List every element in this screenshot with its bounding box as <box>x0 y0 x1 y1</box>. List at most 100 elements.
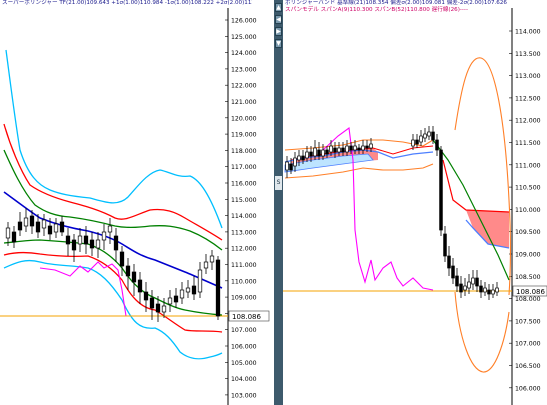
right-axis-label: 106.500 <box>515 363 541 370</box>
right-axis-label: 107.500 <box>515 318 541 325</box>
right-axis-label: 113.500 <box>515 51 541 58</box>
left-candle <box>5 227 11 239</box>
divider-up-button[interactable]: ▲ <box>275 3 282 12</box>
left-axis-label: 121.000 <box>231 99 257 106</box>
left-axis-label: 109.000 <box>231 295 257 302</box>
right-candle <box>411 139 415 147</box>
right-candle <box>333 147 337 153</box>
right-axis-label: 112.500 <box>515 95 541 102</box>
left-axis-label: 118.000 <box>231 148 257 155</box>
right-candle <box>353 145 357 151</box>
left-axis-label: 120.000 <box>231 115 257 122</box>
left-candle <box>161 305 167 313</box>
bb-envelope-right-lower <box>454 291 510 373</box>
right-axis-label: 108.000 <box>515 296 541 303</box>
right-candle <box>459 283 463 293</box>
left-candle <box>197 269 203 293</box>
left-axis-label: 103.000 <box>231 392 257 399</box>
right-candle <box>357 147 361 151</box>
right-candle <box>361 145 365 151</box>
right-candle <box>309 151 313 157</box>
right-chart-pane[interactable]: ボリンジャーバンド 基準線(21)108.354 偏差σ(2.00)109.08… <box>283 0 547 405</box>
left-candle <box>143 291 149 301</box>
left-candle <box>29 215 35 227</box>
right-axis-label: 111.500 <box>515 140 541 147</box>
right-candle <box>321 149 325 157</box>
right-candle <box>455 275 459 287</box>
right-candle <box>439 149 443 231</box>
left-candle <box>209 255 215 263</box>
right-candle <box>325 149 329 155</box>
right-axis-label: 112.000 <box>515 118 541 125</box>
right-axis-label: 109.000 <box>515 252 541 259</box>
left-candle <box>185 287 191 293</box>
left-candle <box>113 235 119 251</box>
right-candle <box>495 287 499 293</box>
right-candle <box>369 143 373 149</box>
right-axis-label: 114.000 <box>515 29 541 36</box>
left-candle <box>77 235 83 245</box>
left-axis-label: 124.000 <box>231 50 257 57</box>
bb-upper-3sigma <box>5 49 223 229</box>
right-candle <box>487 289 491 295</box>
bb-upper-1sigma <box>3 149 223 251</box>
right-candle <box>435 139 439 151</box>
divider-left-button[interactable]: ◀ <box>275 15 282 24</box>
right-candle <box>443 233 447 257</box>
left-candle <box>41 219 47 229</box>
left-axis-label: 105.000 <box>231 360 257 367</box>
right-candle <box>329 145 333 153</box>
left-candle <box>125 265 131 277</box>
right-axis-label: 111.000 <box>515 162 541 169</box>
left-candle <box>137 279 143 293</box>
left-axis-label: 115.000 <box>231 197 257 204</box>
right-axis-label: 106.000 <box>515 385 541 392</box>
divider-right-button[interactable]: ▶ <box>275 27 282 36</box>
right-candle <box>289 163 293 171</box>
left-candle <box>215 259 221 317</box>
right-candle <box>451 265 455 279</box>
right-candle <box>447 255 451 269</box>
left-axis-label: 110.000 <box>231 278 257 285</box>
right-candle <box>431 131 435 141</box>
right-candle <box>463 285 467 291</box>
right-candle <box>285 161 289 171</box>
left-candle <box>83 235 89 245</box>
right-candle <box>483 287 487 293</box>
right-candle <box>423 133 427 139</box>
left-candle <box>101 231 107 241</box>
left-candle <box>35 221 41 233</box>
right-price-axis: 114.000 113.500 113.000 112.500 112.000 111.5… <box>509 29 541 392</box>
left-axis-label: 106.000 <box>231 344 257 351</box>
right-candle <box>345 145 349 153</box>
left-axis-label: 112.000 <box>231 246 257 253</box>
left-candle <box>173 295 179 303</box>
left-candle <box>59 221 65 233</box>
left-axis-label: 122.000 <box>231 83 257 90</box>
left-candle <box>107 225 113 233</box>
pane-divider[interactable]: ▲ ◀ ▶ ▼ S <box>274 0 283 405</box>
bb-lower-3sigma <box>3 259 223 360</box>
left-chart-svg[interactable]: 126.000 125.000 124.000 123.000 122.000 121.0… <box>0 0 274 405</box>
right-axis-label: 109.500 <box>515 229 541 236</box>
left-candle <box>179 289 185 299</box>
left-axis-label: 107.000 <box>231 327 257 334</box>
right-candle <box>313 147 317 157</box>
left-axis-label: 111.000 <box>231 262 257 269</box>
right-candle <box>415 139 419 145</box>
left-candle <box>203 261 209 269</box>
left-candle <box>47 225 53 235</box>
right-candle <box>301 155 305 161</box>
left-candle <box>23 217 29 227</box>
right-axis-label: 108.500 <box>515 274 541 281</box>
right-axis-label: 110.500 <box>515 185 541 192</box>
left-current-price-label: 108.086 <box>232 313 261 321</box>
right-axis-label: 113.000 <box>515 73 541 80</box>
left-axis-label: 117.000 <box>231 164 257 171</box>
left-chart-pane[interactable]: スーパーボリンジャー TF(21.00)109.643 +1σ(1.00)110… <box>0 0 274 405</box>
divider-down-button[interactable]: ▼ <box>275 39 282 48</box>
divider-tab[interactable]: S <box>275 176 282 190</box>
right-chart-svg[interactable]: 114.000 113.500 113.000 112.500 112.000 111.5… <box>283 0 547 405</box>
left-candle <box>131 271 137 283</box>
left-candle <box>89 239 95 249</box>
